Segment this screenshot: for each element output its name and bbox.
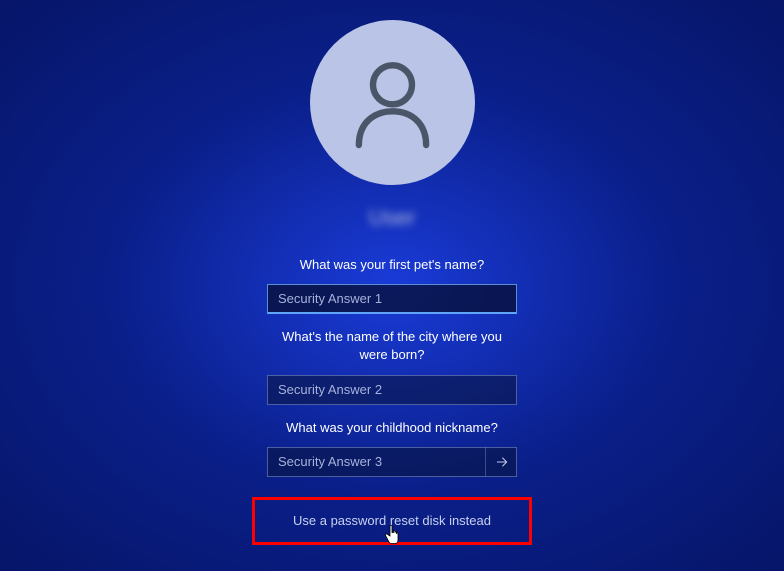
- security-question-3: What was your childhood nickname?: [286, 419, 498, 437]
- security-answer-2-input[interactable]: [267, 375, 517, 405]
- person-icon: [350, 55, 435, 150]
- username-label: User: [369, 205, 415, 231]
- arrow-right-icon: [494, 454, 510, 470]
- security-answer-2-wrap: [267, 375, 517, 405]
- reset-disk-highlight-box: Use a password reset disk instead: [252, 497, 532, 545]
- security-answer-1-wrap: [267, 284, 517, 314]
- security-answer-3-wrap: [267, 447, 517, 477]
- security-question-2: What's the name of the city where you we…: [267, 328, 517, 364]
- cursor-pointer-icon: [384, 525, 400, 550]
- avatar: [310, 20, 475, 185]
- security-answer-1-input[interactable]: [267, 284, 517, 314]
- security-answer-3-input[interactable]: [267, 447, 517, 477]
- security-question-1: What was your first pet's name?: [300, 256, 485, 274]
- submit-arrow-button[interactable]: [485, 447, 517, 477]
